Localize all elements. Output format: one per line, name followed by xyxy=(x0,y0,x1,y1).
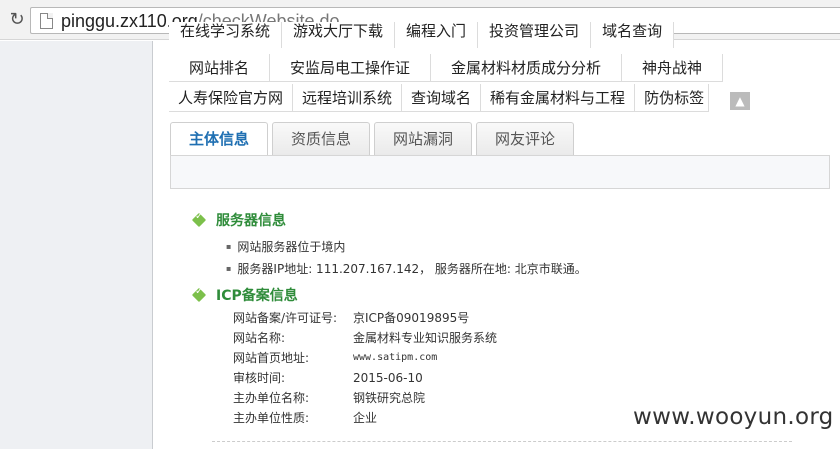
left-margin xyxy=(0,41,153,449)
icp-value: www.satipm.com xyxy=(353,352,438,363)
watermark: www.wooyun.org xyxy=(633,404,834,430)
keyword-link[interactable]: 投资管理公司 xyxy=(478,22,592,48)
keyword-link[interactable]: 游戏大厅下载 xyxy=(282,22,396,48)
icp-info-heading: ICP备案信息 xyxy=(192,285,298,305)
icp-info-table: 网站备案/许可证号: 京ICP备09019895号 网站名称: 金属材料专业知识服务… xyxy=(233,308,497,428)
keyword-row: 在线学习系统 游戏大厅下载 编程入门 投资管理公司 域名查询 xyxy=(169,22,675,48)
check-diamond-icon xyxy=(192,286,206,302)
keyword-link[interactable]: 远程培训系统 xyxy=(293,84,403,112)
icp-key: 主办单位名称: xyxy=(233,391,310,405)
icp-key: 网站名称: xyxy=(233,331,286,345)
keyword-link[interactable]: 域名查询 xyxy=(591,22,675,48)
icp-key: 网站备案/许可证号: xyxy=(233,311,338,325)
check-diamond-icon xyxy=(192,211,206,227)
reload-icon[interactable]: ↻ xyxy=(6,9,28,31)
keyword-link[interactable]: 查询域名 xyxy=(402,84,482,112)
icp-value: 金属材料专业知识服务系统 xyxy=(353,331,498,345)
tab-qualification[interactable]: 资质信息 xyxy=(272,122,371,156)
keyword-link[interactable]: 神舟战神 xyxy=(622,54,724,82)
keyword-row: 人寿保险官方网 远程培训系统 查询域名 稀有金属材料与工程 防伪标签 xyxy=(169,84,710,112)
page-icon xyxy=(40,13,53,29)
tab-user-comments[interactable]: 网友评论 xyxy=(476,122,575,156)
server-info-title: 服务器信息 xyxy=(216,213,286,229)
keyword-link[interactable]: 防伪标签 xyxy=(635,84,710,112)
keyword-link[interactable]: 人寿保险官方网 xyxy=(169,84,294,112)
icp-value: 京ICP备09019895号 xyxy=(353,311,470,325)
tab-vulnerabilities[interactable]: 网站漏洞 xyxy=(374,122,473,156)
icp-row: 网站备案/许可证号: 京ICP备09019895号 xyxy=(233,308,497,328)
list-item: 服务器IP地址: 111.207.167.142， 服务器所在地: 北京市联通。 xyxy=(226,258,586,280)
icp-info-title: ICP备案信息 xyxy=(216,288,298,304)
server-info-heading: 服务器信息 xyxy=(192,210,286,230)
keyword-link[interactable]: 在线学习系统 xyxy=(169,22,283,48)
collapse-icon[interactable]: ▲ xyxy=(730,92,750,110)
icp-value: 2015-06-10 xyxy=(353,371,423,385)
tab-content-header xyxy=(170,155,830,189)
icp-row: 网站名称: 金属材料专业知识服务系统 xyxy=(233,328,497,348)
icp-row: 网站首页地址: www.satipm.com xyxy=(233,348,497,368)
keyword-link[interactable]: 网站排名 xyxy=(169,54,271,82)
server-info-list: 网站服务器位于境内 服务器IP地址: 111.207.167.142， 服务器所… xyxy=(226,236,587,280)
icp-key: 主办单位性质: xyxy=(233,411,310,425)
divider xyxy=(212,441,792,442)
icp-value: 钢铁研究总院 xyxy=(353,391,426,405)
keyword-link[interactable]: 编程入门 xyxy=(395,22,479,48)
list-item: 网站服务器位于境内 xyxy=(226,236,587,258)
keyword-link[interactable]: 稀有金属材料与工程 xyxy=(481,84,636,112)
icp-row: 审核时间: 2015-06-10 xyxy=(233,368,497,388)
tab-main-info[interactable]: 主体信息 xyxy=(170,122,269,157)
keyword-row: 网站排名 安监局电工操作证 金属材料材质成分分析 神舟战神 xyxy=(169,54,724,82)
keyword-link[interactable]: 金属材料材质成分分析 xyxy=(431,54,623,82)
icp-value: 企业 xyxy=(353,411,378,425)
icp-key: 网站首页地址: xyxy=(233,351,310,365)
icp-key: 审核时间: xyxy=(233,371,286,385)
icp-row: 主办单位名称: 钢铁研究总院 xyxy=(233,388,497,408)
icp-row: 主办单位性质: 企业 xyxy=(233,408,497,428)
tab-strip: 主体信息 资质信息 网站漏洞 网友评论 xyxy=(170,122,578,157)
keyword-link[interactable]: 安监局电工操作证 xyxy=(270,54,432,82)
